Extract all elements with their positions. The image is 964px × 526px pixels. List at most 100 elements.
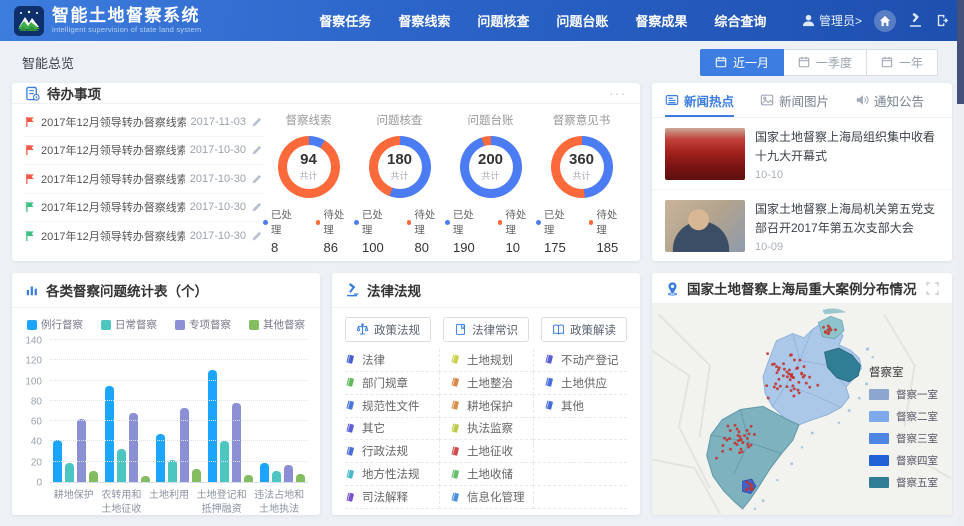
case-dot[interactable]	[721, 450, 724, 453]
case-dot[interactable]	[765, 384, 768, 387]
case-dot[interactable]	[800, 372, 803, 375]
case-dot[interactable]	[790, 353, 793, 356]
case-dot[interactable]	[773, 363, 776, 366]
case-dot[interactable]	[736, 428, 739, 431]
edit-icon[interactable]	[251, 201, 263, 213]
case-dot[interactable]	[723, 437, 726, 440]
nav-item-3[interactable]: 问题核查	[477, 11, 529, 30]
case-dot[interactable]	[733, 442, 736, 445]
news-tab-1[interactable]: 新闻热点	[665, 83, 734, 117]
case-dot[interactable]	[775, 365, 778, 368]
case-dot[interactable]	[791, 384, 794, 387]
law-link[interactable]: 其它	[345, 418, 439, 441]
donut-ring[interactable]: 94共计	[278, 136, 340, 198]
bar-其他督察[interactable]	[141, 476, 150, 482]
case-dot[interactable]	[793, 387, 796, 390]
case-dot[interactable]	[741, 441, 744, 444]
case-dot[interactable]	[725, 439, 728, 442]
case-dot[interactable]	[774, 382, 777, 385]
case-dot[interactable]	[748, 432, 751, 435]
user-menu[interactable]: 管理员>	[802, 12, 862, 29]
bar-日常督察[interactable]	[272, 471, 281, 482]
bar-日常督察[interactable]	[65, 463, 74, 482]
bar-专项督察[interactable]	[180, 408, 189, 482]
case-dot[interactable]	[776, 387, 779, 390]
range-button-2[interactable]: 一季度	[784, 49, 867, 76]
law-link[interactable]: 执法监察	[439, 418, 533, 441]
bar-例行督察[interactable]	[208, 370, 217, 482]
donut-ring[interactable]: 360共计	[551, 136, 613, 198]
case-dot[interactable]	[827, 324, 830, 327]
case-dot[interactable]	[782, 374, 785, 377]
case-dot[interactable]	[790, 375, 793, 378]
nav-item-6[interactable]: 综合查询	[714, 11, 766, 30]
case-dot[interactable]	[734, 424, 737, 427]
case-dot[interactable]	[743, 434, 746, 437]
legend-item[interactable]: 日常督察	[101, 317, 157, 332]
case-dot[interactable]	[729, 448, 732, 451]
case-dot[interactable]	[778, 378, 781, 381]
case-dot[interactable]	[796, 389, 799, 392]
map-legend-item-5[interactable]: 督察五室	[869, 475, 938, 490]
law-link[interactable]: 土地整治	[439, 372, 533, 395]
map-canvas[interactable]: 督察室 督察一室督察二室督察三室督察四室督察五室	[652, 304, 952, 515]
case-dot[interactable]	[798, 391, 801, 394]
case-dot[interactable]	[753, 433, 756, 436]
case-dot[interactable]	[824, 331, 827, 334]
case-dot[interactable]	[751, 488, 754, 491]
case-dot[interactable]	[741, 450, 744, 453]
case-dot[interactable]	[788, 369, 791, 372]
law-link[interactable]: 土地供应	[533, 372, 627, 395]
nav-item-4[interactable]: 问题台账	[556, 11, 608, 30]
bar-其他督察[interactable]	[192, 469, 201, 482]
map-legend-item-2[interactable]: 督察二室	[869, 409, 938, 424]
case-dot[interactable]	[786, 375, 789, 378]
edit-icon[interactable]	[251, 230, 263, 242]
case-dot[interactable]	[792, 376, 795, 379]
news-tab-3[interactable]: 通知公告	[855, 83, 924, 117]
law-link[interactable]: 不动产登记	[533, 349, 627, 372]
case-dot[interactable]	[792, 395, 795, 398]
range-button-3[interactable]: 一年	[867, 49, 938, 76]
case-dot[interactable]	[728, 437, 731, 440]
law-link[interactable]: 土地规划	[439, 349, 533, 372]
todo-item[interactable]: 2017年12月领导转办督察线索2017-10-30	[25, 165, 263, 194]
bar-其他督察[interactable]	[244, 475, 253, 482]
legend-item[interactable]: 其他督察	[249, 317, 305, 332]
case-dot[interactable]	[740, 448, 743, 451]
news-tab-2[interactable]: 新闻图片	[760, 83, 829, 117]
scrollbar-thumb[interactable]	[957, 0, 964, 104]
news-item[interactable]: 国家土地督察上海局组织集中收看十九大开幕式10-10	[652, 118, 952, 190]
case-dot[interactable]	[805, 382, 808, 385]
law-link[interactable]: 规范性文件	[345, 395, 439, 418]
case-dot[interactable]	[767, 397, 770, 400]
edit-icon[interactable]	[251, 116, 263, 128]
bar-专项督察[interactable]	[284, 465, 293, 482]
news-item[interactable]: 国家土地督察上海局机关第五党支部召开2017年第五次支部大会10-09	[652, 190, 952, 261]
case-dot[interactable]	[738, 430, 741, 433]
case-dot[interactable]	[789, 378, 792, 381]
law-link[interactable]: 信息化管理	[439, 486, 533, 509]
case-dot[interactable]	[777, 369, 780, 372]
law-button-3[interactable]: 政策解读	[541, 317, 627, 342]
case-dot[interactable]	[790, 389, 793, 392]
case-dot[interactable]	[783, 368, 786, 371]
case-dot[interactable]	[803, 365, 806, 368]
case-dot[interactable]	[827, 328, 830, 331]
nav-item-5[interactable]: 督察成果	[635, 11, 687, 30]
bar-日常督察[interactable]	[117, 449, 126, 482]
donut-ring[interactable]: 180共计	[369, 136, 431, 198]
case-dot[interactable]	[740, 438, 743, 441]
map-region-south[interactable]	[707, 406, 799, 508]
law-button-1[interactable]: 政策法规	[345, 317, 431, 342]
case-dot[interactable]	[746, 443, 749, 446]
case-dot[interactable]	[727, 425, 730, 428]
bar-其他督察[interactable]	[89, 471, 98, 482]
case-dot[interactable]	[785, 370, 788, 373]
todo-item[interactable]: 2017年12月领导转办督察线索2017-11-03	[25, 108, 263, 137]
home-button[interactable]	[874, 10, 896, 32]
bar-例行督察[interactable]	[156, 434, 165, 482]
case-dot[interactable]	[786, 385, 789, 388]
nav-item-2[interactable]: 督察线索	[398, 11, 450, 30]
case-dot[interactable]	[798, 359, 801, 362]
